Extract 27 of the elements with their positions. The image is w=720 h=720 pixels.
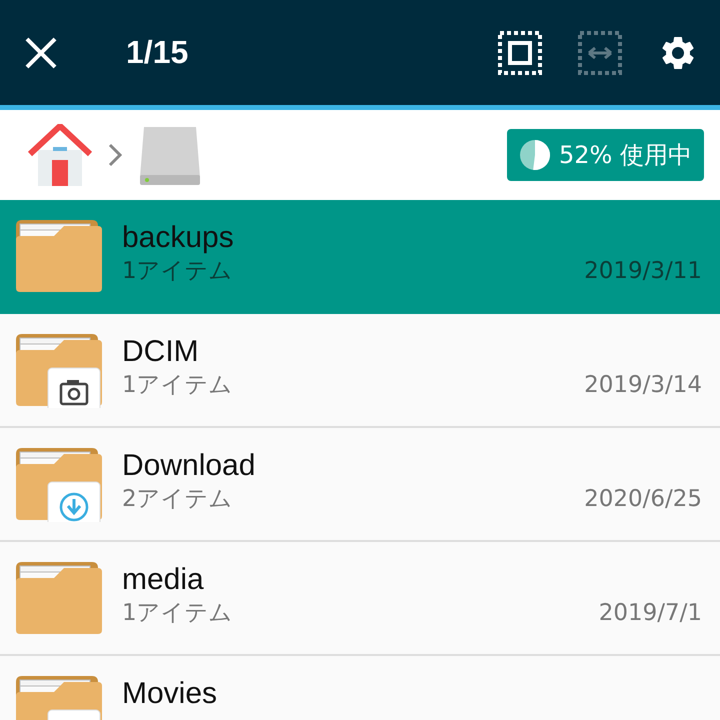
folder-name: Download <box>122 448 256 484</box>
pie-chart-icon <box>519 139 552 171</box>
folder-row[interactable]: media 1アイテム 2019/7/1 <box>0 542 720 656</box>
selection-counter: 1/15 <box>126 34 188 71</box>
folder-icon <box>14 218 104 294</box>
folder-row[interactable]: Movies <box>0 656 720 720</box>
folder-row[interactable]: Download 2アイテム 2020/6/25 <box>0 428 720 542</box>
item-count: 1アイテム <box>122 257 233 286</box>
modified-date: 2019/7/1 <box>598 599 702 628</box>
modified-date: 2020/6/25 <box>584 485 702 514</box>
item-count: 1アイテム <box>122 371 233 400</box>
folder-icon <box>14 446 104 522</box>
folder-name: Movies <box>122 676 218 712</box>
folder-row[interactable]: backups 1アイテム 2019/3/11 <box>0 200 720 314</box>
folder-row[interactable]: DCIM 1アイテム 2019/3/14 <box>0 314 720 428</box>
modified-date: 2019/3/11 <box>584 257 702 286</box>
item-count: 2アイテム <box>122 485 233 514</box>
folder-name: backups <box>122 220 235 256</box>
folder-icon <box>14 332 104 408</box>
folder-icon <box>14 560 104 636</box>
home-icon[interactable] <box>28 124 92 186</box>
chevron-icon <box>108 143 122 167</box>
folder-name: media <box>122 562 205 598</box>
folder-name: DCIM <box>122 334 200 370</box>
storage-usage-button[interactable]: 52% 使用中 <box>507 129 704 181</box>
modified-date: 2019/3/14 <box>584 371 702 400</box>
item-count: 1アイテム <box>122 599 233 628</box>
